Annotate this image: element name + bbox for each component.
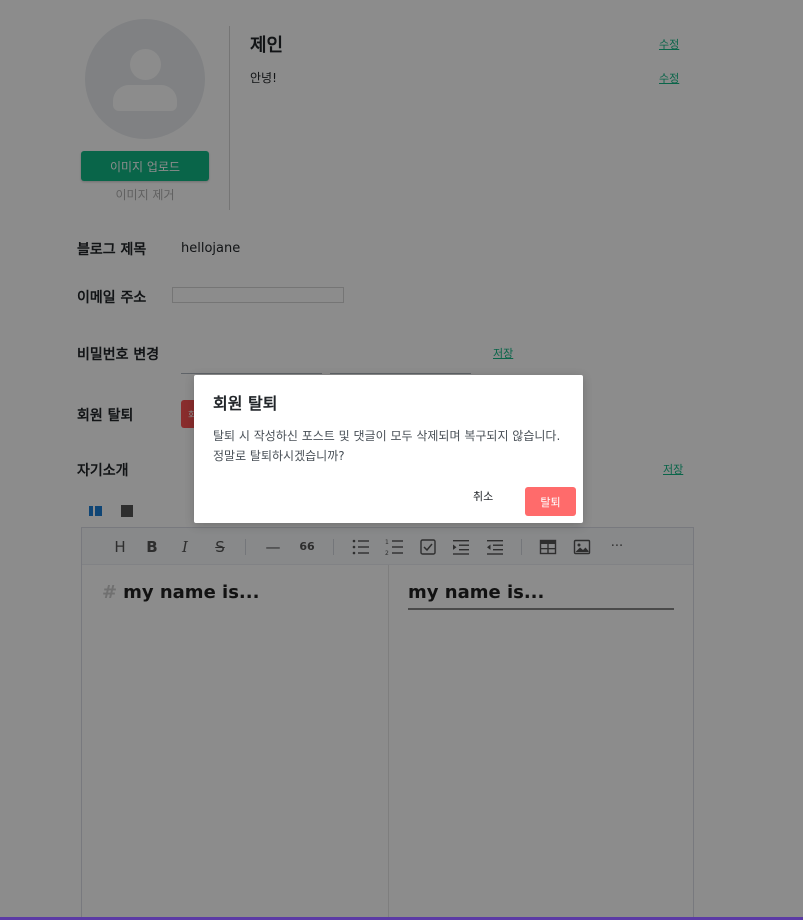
settings-page: 이미지 업로드 이미지 제거 제인 수정 안녕! 수정 블로그 제목 hello… xyxy=(0,0,803,920)
dialog-message: 탈퇴 시 작성하신 포스트 및 댓글이 모두 삭제되며 복구되지 않습니다. 정… xyxy=(213,429,561,463)
dialog-title: 회원 탈퇴 xyxy=(213,394,278,413)
confirm-withdraw-button[interactable]: 탈퇴 xyxy=(525,487,576,516)
withdraw-confirm-dialog: 회원 탈퇴 탈퇴 시 작성하신 포스트 및 댓글이 모두 삭제되며 복구되지 않… xyxy=(194,375,583,523)
cancel-button[interactable]: 취소 xyxy=(473,488,493,504)
